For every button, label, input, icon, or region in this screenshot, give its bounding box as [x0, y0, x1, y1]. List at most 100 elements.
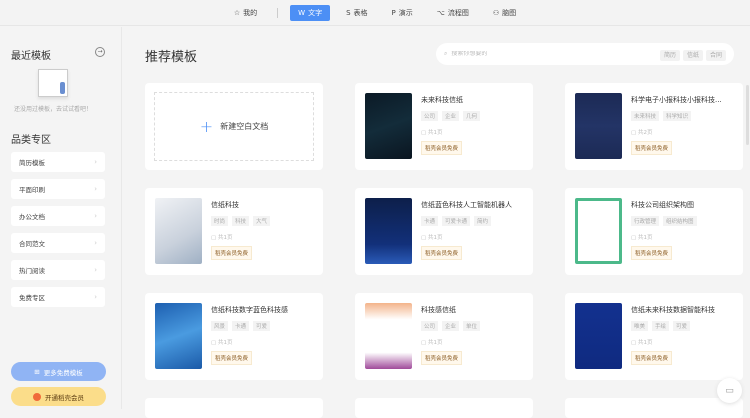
tab-5[interactable]: ⚇ 脑图: [485, 5, 524, 21]
tab-0[interactable]: ☆ 我的: [226, 5, 265, 21]
template-title: 信纸蓝色科技人工智能机器人: [421, 201, 512, 209]
dashed-border: [154, 92, 314, 161]
tag[interactable]: 唯美: [631, 321, 649, 331]
tag[interactable]: 风景: [211, 321, 229, 331]
arrow-right-icon[interactable]: →: [95, 47, 105, 57]
page-count-text: 共1页: [427, 130, 443, 136]
page-count-text: 共1页: [217, 235, 233, 241]
vip-free-badge: 稻壳会员免费: [421, 141, 463, 155]
template-card[interactable]: 信纸科技数字蓝色科技感 风景 卡通 可爱 ▢ 共1页 稻壳会员免费: [145, 293, 323, 380]
vip-free-badge: 稻壳会员免费: [631, 351, 673, 365]
tag[interactable]: 手绘: [652, 321, 670, 331]
template-card[interactable]: [145, 398, 323, 418]
template-card[interactable]: 科技感信纸公司 企业 单位 ▢ 共1页稻壳会员免费: [355, 293, 533, 380]
tag[interactable]: 行政管理: [631, 216, 660, 226]
page-icon: ▢: [421, 235, 428, 241]
sidebar-category-item[interactable]: 热门阅读 ›: [11, 260, 105, 280]
page-count-text: 共1页: [427, 235, 443, 241]
template-thumbnail: [365, 198, 412, 264]
search-icon: ⌕: [444, 50, 448, 57]
tag[interactable]: 简约: [474, 216, 492, 226]
tag[interactable]: 卡通: [232, 321, 250, 331]
scrollbar[interactable]: [746, 85, 749, 145]
template-tags: 公司 企业 几何: [421, 111, 481, 121]
page-count: ▢ 共1页: [421, 338, 442, 346]
tag[interactable]: 企业: [442, 321, 460, 331]
template-thumbnail: [155, 303, 202, 369]
feedback-chat-button[interactable]: ▭: [717, 378, 742, 403]
empty-text: 还没用过模板，去试试看吧！: [14, 106, 93, 113]
page-count: ▢ 共1页: [631, 338, 652, 346]
page-count: ▢ 共1页: [631, 233, 652, 241]
template-title: 科技公司组织架构图: [631, 201, 694, 209]
template-card[interactable]: 科技公司组织架构图 行政管理 组织结构图 ▢ 共1页 稻壳会员免费: [565, 188, 743, 275]
open-vip-button[interactable]: 开通稻壳会员: [11, 387, 106, 406]
tab-label: 文字: [308, 8, 323, 17]
tab-3[interactable]: P 演示: [384, 5, 421, 21]
template-card[interactable]: 信纸科技时尚 科技 大气 ▢ 共1页稻壳会员免费: [145, 188, 323, 275]
tag[interactable]: 科技: [232, 216, 250, 226]
tag[interactable]: 企业: [442, 111, 460, 121]
page-icon: ▢: [211, 235, 218, 241]
new-blank-document-card[interactable]: + 新建空白文档: [145, 83, 323, 170]
chevron-right-icon: ›: [94, 212, 97, 220]
tag[interactable]: 可爱: [253, 321, 271, 331]
page-count: ▢ 共1页: [421, 233, 442, 241]
template-thumbnail: [575, 198, 622, 264]
tag[interactable]: 科学知识: [663, 111, 692, 121]
sheet-icon: S: [346, 8, 351, 17]
tab-1[interactable]: W 文字: [290, 4, 331, 21]
tag[interactable]: 卡通: [421, 216, 439, 226]
category-title: 品类专区: [11, 135, 51, 146]
sidebar-category-item[interactable]: 合同范文 ›: [11, 233, 105, 253]
writer-icon: W: [298, 8, 306, 17]
template-title: 信纸科技: [211, 201, 239, 209]
tag[interactable]: 几何: [463, 111, 481, 121]
vip-free-badge: 稻壳会员免费: [421, 351, 463, 365]
template-title: 信纸科技数字蓝色科技感: [211, 306, 288, 314]
search-tag[interactable]: 简历: [659, 49, 680, 61]
tag[interactable]: 可爱卡通: [442, 216, 471, 226]
sidebar-category-item[interactable]: 简历模板 ›: [11, 152, 105, 172]
page-icon: ▢: [631, 130, 638, 136]
chevron-right-icon: ›: [94, 239, 97, 247]
template-card[interactable]: 信纸未来科技数据智能科技 唯美 手绘 可爱 ▢ 共1页稻壳会员免费: [565, 293, 743, 380]
tag[interactable]: 公司: [421, 111, 439, 121]
vip-free-badge: 稻壳会员免费: [211, 246, 253, 260]
more-free-templates-button[interactable]: ⊞ 更多免费模板: [11, 362, 106, 381]
template-card[interactable]: [565, 398, 743, 418]
tab-2[interactable]: S 表格: [338, 5, 375, 21]
page-icon: ▢: [421, 130, 428, 136]
template-card[interactable]: 未来科技信纸 公司 企业 几何 ▢ 共1页 稻壳会员免费: [355, 83, 533, 170]
tag[interactable]: 未来科技: [631, 111, 660, 121]
mindmap-icon: ⚇: [492, 8, 500, 17]
sidebar-category-item[interactable]: 办公文档 ›: [11, 206, 105, 226]
grid-icon: ⊞: [34, 367, 40, 376]
divider: [277, 7, 279, 18]
template-card[interactable]: [355, 398, 533, 418]
sidebar-category-item[interactable]: 免费专区 ›: [11, 287, 105, 307]
search-input[interactable]: [451, 51, 657, 57]
page-icon: ▢: [631, 340, 638, 346]
template-title: 科技感信纸: [421, 306, 456, 314]
page-count: ▢ 共1页: [211, 338, 232, 346]
template-title: 信纸未来科技数据智能科技: [631, 306, 715, 314]
template-title: 未来科技信纸: [421, 96, 463, 104]
tag[interactable]: 时尚: [211, 216, 229, 226]
template-thumbnail: [365, 93, 412, 159]
tab-4[interactable]: ⌥ 流程图: [429, 5, 477, 21]
flowchart-icon: ⌥: [436, 8, 445, 17]
page-count: ▢ 共1页: [211, 233, 232, 241]
tag[interactable]: 组织结构图: [663, 216, 697, 226]
tag[interactable]: 可爱: [673, 321, 691, 331]
tag[interactable]: 大气: [253, 216, 271, 226]
template-card[interactable]: 科学电子小报科技小报科技... 未来科技 科学知识 ▢ 共2页 稻壳会员免费: [565, 83, 743, 170]
tag[interactable]: 公司: [421, 321, 439, 331]
tab-label: 流程图: [447, 8, 469, 17]
tag[interactable]: 单位: [463, 321, 481, 331]
sidebar-category-item[interactable]: 平面印刷 ›: [11, 179, 105, 199]
search-tag[interactable]: 合同: [705, 49, 726, 61]
template-card[interactable]: 信纸蓝色科技人工智能机器人 卡通 可爱卡通 简约 ▢ 共1页 稻壳会员免费: [355, 188, 533, 275]
page-count: ▢ 共1页: [421, 128, 442, 136]
search-tag[interactable]: 信纸: [682, 49, 703, 61]
